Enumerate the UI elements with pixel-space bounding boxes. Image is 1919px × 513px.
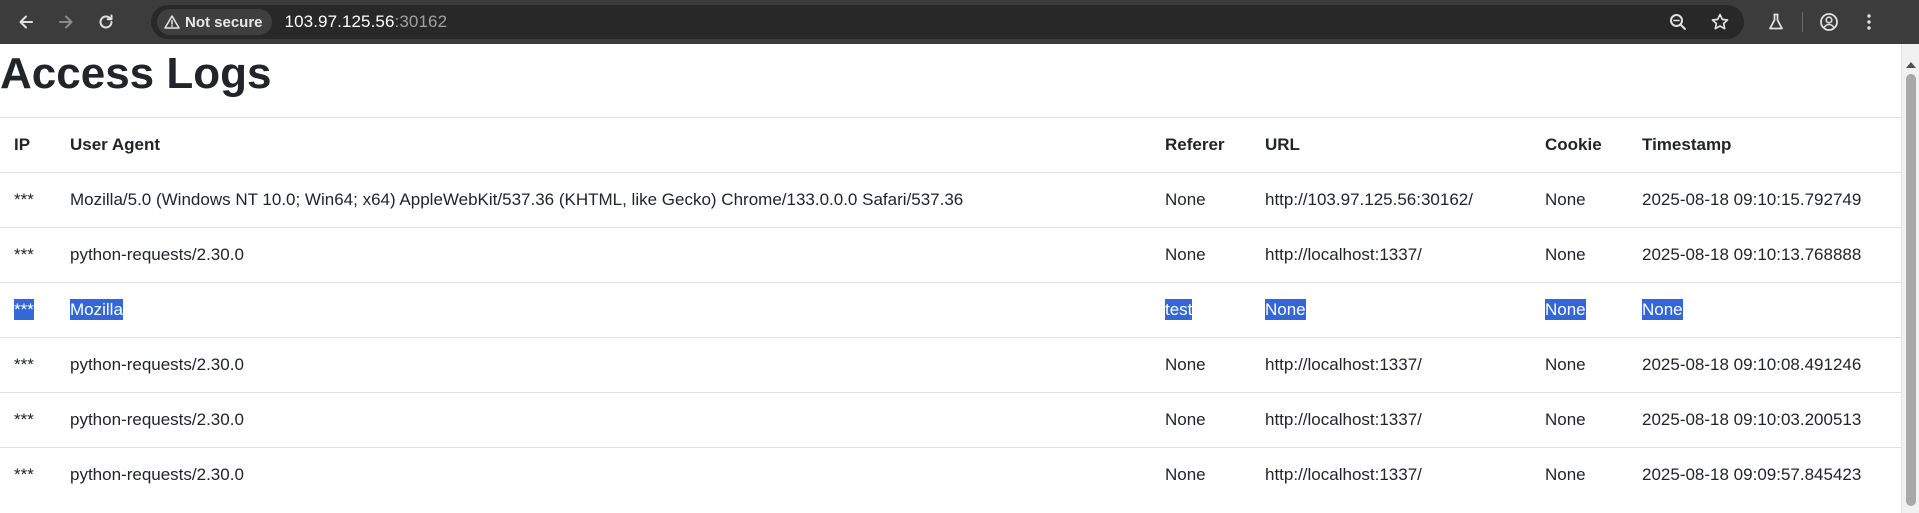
selected-text: None	[1265, 299, 1306, 320]
account-icon	[1820, 13, 1838, 31]
selected-text: test	[1165, 299, 1193, 320]
bookmark-button[interactable]	[1706, 8, 1734, 36]
selected-text: ***	[14, 299, 34, 320]
header-user-agent: User Agent	[56, 117, 1151, 173]
cell-url: http://localhost:1337/	[1251, 337, 1531, 393]
scrollbar-thumb[interactable]	[1906, 74, 1916, 506]
cell-ip: ***	[0, 392, 56, 448]
header-referer: Referer	[1151, 117, 1251, 173]
cell-ip: ***	[0, 282, 56, 338]
cell-referer: None	[1151, 227, 1251, 283]
cell-cookie: None	[1531, 172, 1628, 228]
cell-user-agent: python-requests/2.30.0	[56, 447, 1151, 503]
kebab-menu-icon	[1867, 14, 1871, 30]
omnibox-actions	[1664, 5, 1734, 39]
url-text[interactable]: 103.97.125.56:30162	[285, 12, 448, 32]
cell-user-agent: python-requests/2.30.0	[56, 227, 1151, 283]
reload-button[interactable]	[88, 4, 124, 40]
cell-cookie: None	[1531, 282, 1628, 338]
security-chip[interactable]: Not secure	[157, 9, 272, 35]
cell-cookie: None	[1531, 447, 1628, 503]
selected-text: Mozilla	[70, 299, 123, 320]
selected-text: None	[1545, 299, 1586, 320]
header-timestamp: Timestamp	[1628, 117, 1901, 173]
table-header-row: IP User Agent Referer URL Cookie Timesta…	[0, 117, 1901, 173]
cell-cookie: None	[1531, 392, 1628, 448]
page-content: Access Logs IP User Agent Referer URL Co…	[0, 44, 1901, 513]
cell-timestamp: 2025-08-18 09:09:57.845423	[1628, 447, 1901, 503]
cell-user-agent: python-requests/2.30.0	[56, 392, 1151, 448]
url-host: 103.97.125.56	[284, 12, 395, 31]
header-url: URL	[1251, 117, 1531, 173]
forward-button[interactable]	[48, 4, 84, 40]
forward-arrow-icon	[59, 15, 73, 29]
cell-timestamp: 2025-08-18 09:10:15.792749	[1628, 172, 1901, 228]
cell-url: http://localhost:1337/	[1251, 447, 1531, 503]
toolbar-actions	[1762, 8, 1883, 36]
cell-url: http://localhost:1337/	[1251, 227, 1531, 283]
table-row-selected: *** Mozilla test None None None	[0, 282, 1901, 338]
cell-referer: None	[1151, 337, 1251, 393]
cell-user-agent: python-requests/2.30.0	[56, 337, 1151, 393]
cell-cookie: None	[1531, 227, 1628, 283]
toolbar-divider	[1802, 12, 1803, 32]
reload-icon	[99, 14, 113, 29]
back-button[interactable]	[8, 4, 44, 40]
url-port: :30162	[394, 12, 448, 31]
access-logs-table: IP User Agent Referer URL Cookie Timesta…	[0, 117, 1901, 503]
page-title: Access Logs	[0, 49, 272, 98]
cell-user-agent: Mozilla/5.0 (Windows NT 10.0; Win64; x64…	[56, 172, 1151, 228]
selected-text: None	[1642, 299, 1683, 320]
security-label: Not secure	[185, 13, 263, 31]
table-row: *** python-requests/2.30.0 None http://l…	[0, 227, 1901, 283]
cell-timestamp: 2025-08-18 09:10:13.768888	[1628, 227, 1901, 283]
labs-button[interactable]	[1762, 8, 1790, 36]
cell-ip: ***	[0, 227, 56, 283]
cell-timestamp: 2025-08-18 09:10:08.491246	[1628, 337, 1901, 393]
menu-button[interactable]	[1855, 8, 1883, 36]
cell-ip: ***	[0, 447, 56, 503]
browser-toolbar: Not secure 103.97.125.56:30162	[0, 0, 1919, 44]
cell-ip: ***	[0, 337, 56, 393]
header-ip: IP	[0, 117, 56, 173]
vertical-scrollbar[interactable]	[1901, 44, 1919, 513]
cell-referer: None	[1151, 172, 1251, 228]
profile-button[interactable]	[1815, 8, 1843, 36]
address-bar[interactable]: Not secure 103.97.125.56:30162	[151, 5, 1744, 39]
cell-url: http://103.97.125.56:30162/	[1251, 172, 1531, 228]
cell-referer: test	[1151, 282, 1251, 338]
cell-referer: None	[1151, 447, 1251, 503]
scroll-up-arrow-icon[interactable]	[1906, 62, 1916, 68]
back-arrow-icon	[19, 15, 33, 29]
flask-icon	[1769, 13, 1783, 30]
cell-cookie: None	[1531, 337, 1628, 393]
cell-url: http://localhost:1337/	[1251, 392, 1531, 448]
warning-triangle-icon	[164, 15, 180, 29]
table-row: *** python-requests/2.30.0 None http://l…	[0, 392, 1901, 448]
table-row: *** Mozilla/5.0 (Windows NT 10.0; Win64;…	[0, 172, 1901, 228]
cell-timestamp: None	[1628, 282, 1901, 338]
cell-user-agent: Mozilla	[56, 282, 1151, 338]
table-row: *** python-requests/2.30.0 None http://l…	[0, 337, 1901, 393]
table-row: *** python-requests/2.30.0 None http://l…	[0, 447, 1901, 503]
header-cookie: Cookie	[1531, 117, 1628, 173]
zoom-button[interactable]	[1664, 8, 1692, 36]
cell-url: None	[1251, 282, 1531, 338]
cell-timestamp: 2025-08-18 09:10:03.200513	[1628, 392, 1901, 448]
cell-referer: None	[1151, 392, 1251, 448]
zoom-icon	[1670, 14, 1686, 30]
cell-ip: ***	[0, 172, 56, 228]
star-icon	[1711, 13, 1729, 30]
